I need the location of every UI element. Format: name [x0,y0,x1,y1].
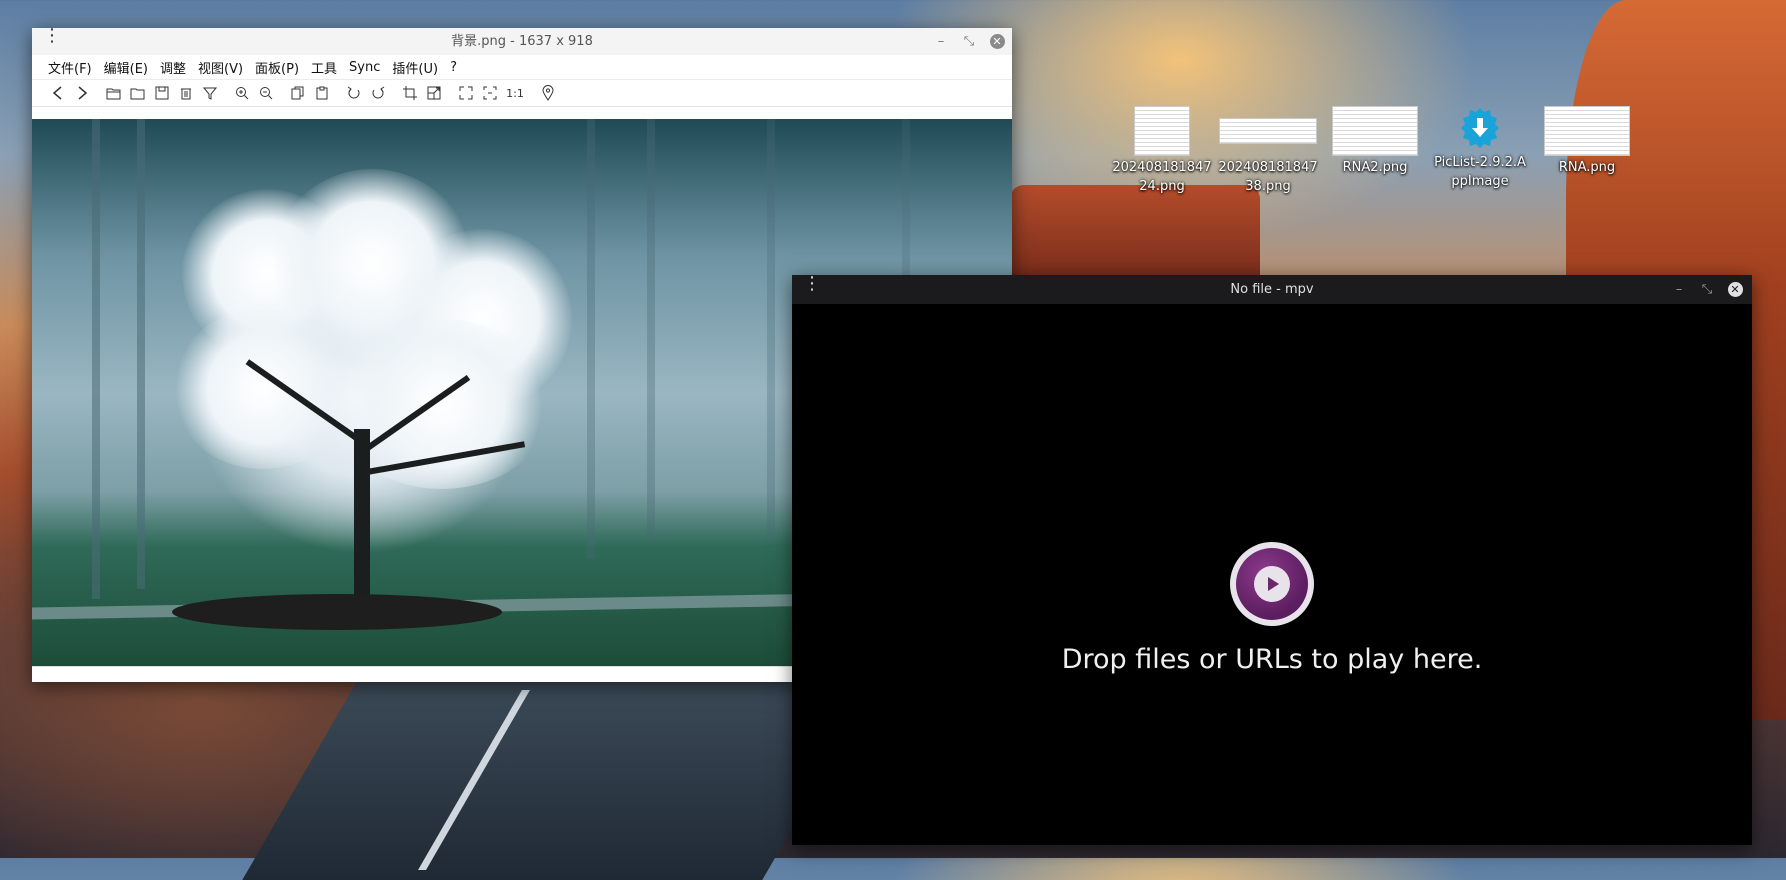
desktop-wallpaper-mesa [1010,185,1260,275]
window-title: No file - mpv [1230,282,1314,297]
rotate-right-icon[interactable] [367,82,389,104]
image-thumbnail-icon [1544,106,1630,156]
mpv-logo-icon [1230,542,1314,626]
restore-icon[interactable]: ⤡ [1698,281,1716,299]
image-thumbnail-icon [1219,118,1317,144]
save-icon[interactable] [151,82,173,104]
desktop-icon-label: RNA.png [1558,160,1616,175]
desktop-icon-label: PicList-2.9.2.AppImage [1434,155,1526,189]
back-icon[interactable] [47,82,69,104]
desktop-icon-file-2[interactable]: 20240818184738.png [1218,106,1318,196]
folder-icon[interactable] [127,82,149,104]
menubar: 文件(F) 编辑(E) 调整 视图(V) 面板(P) 工具 Sync 插件(U)… [32,55,1012,80]
delete-icon[interactable] [175,82,197,104]
desktop-icon-label: 20240818184724.png [1112,160,1212,194]
window-menu-icon[interactable]: ⋮ [803,275,821,293]
desktop-icon-file-4[interactable]: RNA.png [1537,106,1637,177]
menu-tools[interactable]: 工具 [305,58,343,77]
desktop-icon-file-1[interactable]: 20240818184724.png [1112,106,1212,196]
close-icon[interactable]: ✕ [1727,282,1743,297]
filter-icon[interactable] [199,82,221,104]
download-gear-icon [1460,106,1500,150]
menu-panels[interactable]: 面板(P) [249,58,305,77]
copy-icon[interactable] [287,82,309,104]
mpv-window: ⋮ No file - mpv – ⤡ ✕ Drop files or URLs… [792,275,1752,845]
actual-size-icon[interactable]: 1:1 [503,82,527,104]
rotate-left-icon[interactable] [343,82,365,104]
image-thumbnail-icon [1134,106,1190,156]
desktop-icon-app[interactable]: PicList-2.9.2.AppImage [1430,106,1530,191]
location-pin-icon[interactable] [537,82,559,104]
desktop-icon-file-3[interactable]: RNA2.png [1325,106,1425,177]
menu-view[interactable]: 视图(V) [192,58,249,77]
menu-edit[interactable]: 编辑(E) [98,58,154,77]
image-viewer-titlebar[interactable]: ⋮ 背景.png - 1637 x 918 – ⤡ ✕ [32,27,1012,55]
open-folder-icon[interactable] [103,82,125,104]
menu-file[interactable]: 文件(F) [42,58,98,77]
paste-icon[interactable] [311,82,333,104]
fit-icon[interactable] [479,82,501,104]
restore-icon[interactable]: ⤡ [960,33,978,51]
zoom-in-icon[interactable] [231,82,253,104]
crop-icon[interactable] [399,82,421,104]
menu-plugins[interactable]: 插件(U) [386,58,444,77]
toolbar: 1:1 [32,80,1012,107]
minimize-icon[interactable]: – [932,33,950,51]
resize-icon[interactable] [423,82,445,104]
mpv-titlebar[interactable]: ⋮ No file - mpv – ⤡ ✕ [792,275,1752,304]
image-thumbnail-icon [1332,106,1418,156]
menu-sync[interactable]: Sync [343,60,386,75]
window-menu-icon[interactable]: ⋮ [43,27,61,45]
desktop-icon-label: RNA2.png [1342,160,1408,175]
menu-adjust[interactable]: 调整 [154,58,192,77]
forward-icon[interactable] [71,82,93,104]
menu-help[interactable]: ? [444,60,463,75]
zoom-out-icon[interactable] [255,82,277,104]
window-title: 背景.png - 1637 x 918 [451,34,593,49]
minimize-icon[interactable]: – [1670,281,1688,299]
close-icon[interactable]: ✕ [989,34,1005,49]
fullscreen-icon[interactable] [455,82,477,104]
drop-hint-text: Drop files or URLs to play here. [1061,644,1483,675]
desktop-icon-label: 20240818184738.png [1218,160,1318,194]
desktop-wallpaper-road [242,680,878,880]
mpv-drop-area[interactable]: Drop files or URLs to play here. [792,304,1752,845]
